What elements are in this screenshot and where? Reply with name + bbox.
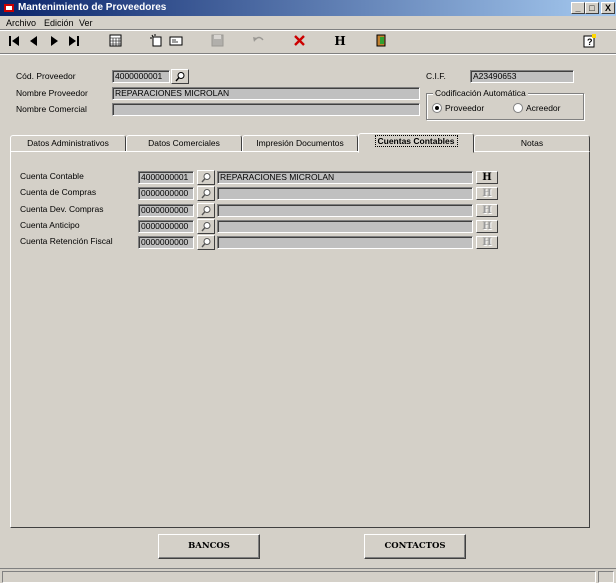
tab-label: Datos Comerciales (148, 138, 220, 148)
first-record-button[interactable] (4, 31, 24, 50)
acreedor-radio[interactable] (513, 103, 523, 113)
cuenta-label: Cuenta de Compras (20, 187, 97, 197)
proveedor-radio[interactable] (432, 103, 442, 113)
next-record-button[interactable] (44, 31, 64, 50)
cuenta-history-button[interactable]: H (476, 236, 498, 249)
title-bar: Mantenimiento de Proveedores _ □ X (0, 0, 616, 16)
cif-field[interactable]: A23490653 (470, 70, 574, 83)
resize-grip[interactable] (598, 571, 614, 583)
cuenta-name-field[interactable] (217, 204, 473, 217)
cuenta-search-button[interactable] (197, 219, 215, 234)
tab-label: Cuentas Contables (374, 135, 458, 147)
calculator-icon (109, 34, 121, 47)
tab-datos-administrativos[interactable]: Datos Administrativos (10, 135, 126, 152)
search-icon (200, 206, 210, 216)
history-icon: H (334, 33, 346, 48)
codificacion-automatica-title: Codificación Automática (433, 88, 528, 98)
cuenta-code-field[interactable]: 0000000000 (138, 236, 194, 249)
cuenta-history-button[interactable]: H (476, 171, 498, 184)
first-record-icon (9, 35, 19, 46)
undo-button[interactable] (248, 31, 268, 50)
new-record-button[interactable] (146, 31, 166, 50)
status-cell (2, 571, 596, 583)
tab-cuentas-contables[interactable]: Cuentas Contables (358, 133, 474, 153)
contactos-button[interactable]: CONTACTOS (364, 534, 466, 559)
calculator-button[interactable] (105, 31, 125, 50)
last-record-button[interactable] (64, 31, 84, 50)
tab-label: Notas (520, 138, 544, 148)
cuenta-code-field[interactable]: 0000000000 (138, 220, 194, 233)
search-icon (200, 173, 210, 183)
save-icon (211, 34, 223, 47)
tab-impresion-documentos[interactable]: Impresión Documentos (242, 135, 358, 152)
search-icon (200, 222, 210, 232)
menu-bar: Archivo Edición Ver (0, 16, 616, 30)
exit-icon (376, 34, 385, 47)
nombre-comercial-field[interactable] (112, 103, 420, 116)
cuenta-name-field[interactable] (217, 220, 473, 233)
cuenta-name-field[interactable] (217, 187, 473, 200)
delete-icon (293, 35, 305, 46)
cuenta-name-field[interactable] (217, 236, 473, 249)
last-record-icon (69, 35, 79, 46)
id-card-icon (169, 36, 183, 45)
cuenta-history-button[interactable]: H (476, 187, 498, 200)
cod-proveedor-label: Cód. Proveedor (16, 71, 76, 81)
nombre-proveedor-field[interactable]: REPARACIONES MICROLAN (112, 87, 420, 100)
bancos-button[interactable]: BANCOS (158, 534, 260, 559)
exit-button[interactable] (371, 31, 391, 50)
search-icon (200, 189, 210, 199)
cuenta-label: Cuenta Retención Fiscal (20, 236, 113, 246)
app-icon (4, 4, 14, 12)
proveedor-radio-label: Proveedor (445, 103, 485, 113)
nombre-proveedor-label: Nombre Proveedor (16, 88, 88, 98)
undo-icon (252, 36, 264, 42)
history-button[interactable]: H (330, 31, 350, 50)
cuenta-label: Cuenta Anticipo (20, 220, 80, 230)
maximize-button[interactable]: □ (585, 2, 599, 14)
help-button[interactable]: ? (580, 31, 600, 50)
nombre-comercial-label: Nombre Comercial (16, 104, 87, 114)
cuenta-search-button[interactable] (197, 186, 215, 201)
status-bar (0, 568, 616, 583)
tab-datos-comerciales[interactable]: Datos Comerciales (126, 135, 242, 152)
minimize-button[interactable]: _ (571, 2, 585, 14)
new-record-icon (149, 34, 161, 47)
cuenta-name-field[interactable]: REPARACIONES MICROLAN (217, 171, 473, 184)
tab-label: Impresión Documentos (256, 138, 344, 148)
acreedor-radio-label: Acreedor (526, 103, 561, 113)
svg-text:?: ? (587, 37, 593, 47)
cuenta-search-button[interactable] (197, 235, 215, 250)
delete-button[interactable] (289, 31, 309, 50)
cuenta-label: Cuenta Dev. Compras (20, 204, 104, 214)
window-title: Mantenimiento de Proveedores (18, 2, 167, 13)
search-icon (174, 72, 184, 82)
previous-record-icon (30, 35, 37, 46)
menu-archivo[interactable]: Archivo (6, 18, 36, 28)
id-card-button[interactable] (166, 31, 186, 50)
cuenta-history-button[interactable]: H (476, 220, 498, 233)
cuenta-label: Cuenta Contable (20, 171, 84, 181)
cod-proveedor-search-button[interactable] (171, 69, 189, 84)
next-record-icon (51, 35, 58, 46)
cod-proveedor-field[interactable]: 4000000001 (112, 70, 170, 83)
cuenta-history-button[interactable]: H (476, 204, 498, 217)
previous-record-button[interactable] (24, 31, 44, 50)
cuenta-search-button[interactable] (197, 170, 215, 185)
toolbar-divider (0, 53, 616, 55)
search-icon (200, 238, 210, 248)
save-button[interactable] (207, 31, 227, 50)
cuenta-code-field[interactable]: 0000000000 (138, 187, 194, 200)
cuenta-code-field[interactable]: 4000000001 (138, 171, 194, 184)
close-button[interactable]: X (601, 2, 615, 14)
help-icon: ? (583, 33, 596, 47)
tab-notas[interactable]: Notas (474, 135, 590, 152)
menu-edicion[interactable]: Edición (44, 18, 74, 28)
cif-label: C.I.F. (426, 71, 446, 81)
cuenta-search-button[interactable] (197, 203, 215, 218)
tab-label: Datos Administrativos (27, 138, 109, 148)
menu-ver[interactable]: Ver (79, 18, 93, 28)
cuenta-code-field[interactable]: 0000000000 (138, 204, 194, 217)
